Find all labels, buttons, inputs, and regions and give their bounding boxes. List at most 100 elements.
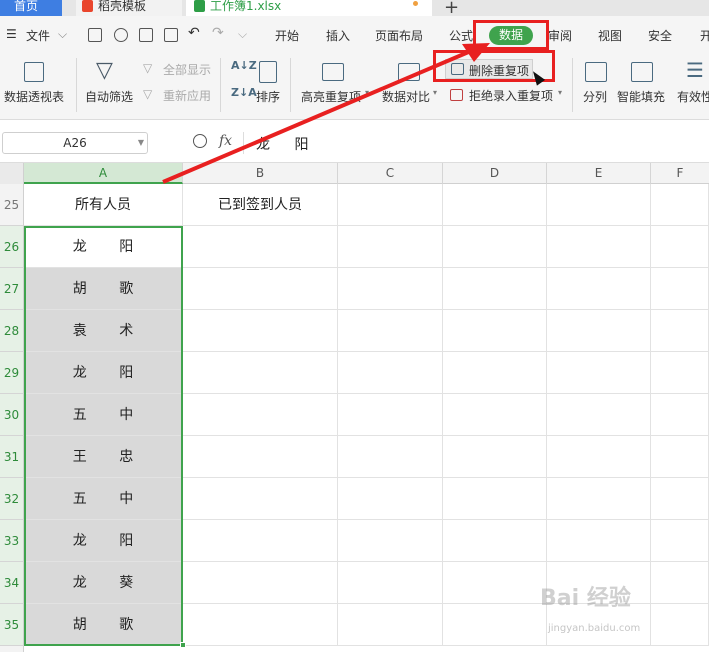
empty-cell[interactable]	[547, 436, 651, 478]
data-validation-button[interactable]: 有效性	[677, 88, 709, 105]
empty-cell[interactable]	[651, 184, 709, 226]
chevron-down-icon[interactable]: ⌵	[238, 27, 247, 42]
pivot-table-button[interactable]: 数据透视表	[4, 88, 64, 105]
cell-a25[interactable]: 所有人员	[24, 184, 183, 226]
empty-cell[interactable]	[443, 352, 547, 394]
cell-b25[interactable]: 已到签到人员	[183, 184, 338, 226]
empty-cell[interactable]	[338, 352, 443, 394]
menu-formula[interactable]: 公式	[449, 27, 473, 44]
empty-cell[interactable]	[651, 226, 709, 268]
empty-cell[interactable]	[651, 436, 709, 478]
row-header[interactable]	[0, 646, 24, 652]
tab-template[interactable]: 稻壳模板	[76, 0, 182, 16]
row-header[interactable]: 32	[0, 478, 24, 520]
fx-icon[interactable]: fx	[219, 133, 232, 149]
empty-cell[interactable]	[651, 352, 709, 394]
empty-cell[interactable]	[183, 436, 338, 478]
empty-cell[interactable]	[338, 478, 443, 520]
empty-cell[interactable]	[183, 310, 338, 352]
split-button[interactable]: 分列	[583, 88, 607, 105]
smart-fill-button[interactable]: 智能填充	[617, 88, 665, 105]
zoom-icon[interactable]	[193, 134, 207, 148]
row-header[interactable]: 26	[0, 226, 24, 268]
row-header[interactable]: 28	[0, 310, 24, 352]
menu-view[interactable]: 视图	[598, 27, 622, 44]
empty-cell[interactable]	[443, 268, 547, 310]
redo-icon[interactable]: ↷	[212, 25, 224, 41]
empty-cell[interactable]	[651, 604, 709, 646]
empty-cell[interactable]	[183, 520, 338, 562]
menu-page-layout[interactable]: 页面布局	[375, 27, 423, 44]
row-header[interactable]: 27	[0, 268, 24, 310]
menu-file[interactable]: 文件	[26, 27, 50, 44]
show-all-button[interactable]: 全部显示	[163, 61, 211, 78]
empty-cell[interactable]	[651, 310, 709, 352]
empty-cell[interactable]	[443, 310, 547, 352]
empty-cell[interactable]	[651, 520, 709, 562]
empty-cell[interactable]	[183, 604, 338, 646]
menu-insert[interactable]: 插入	[326, 27, 350, 44]
empty-cell[interactable]	[547, 352, 651, 394]
empty-cell[interactable]	[651, 268, 709, 310]
empty-cell[interactable]	[651, 562, 709, 604]
empty-cell[interactable]	[547, 184, 651, 226]
row-header[interactable]: 33	[0, 520, 24, 562]
empty-cell[interactable]	[443, 394, 547, 436]
cell-a27[interactable]: 胡 歌	[24, 268, 183, 310]
chevron-down-icon[interactable]: ▾	[558, 88, 562, 97]
empty-cell[interactable]	[443, 520, 547, 562]
row-header[interactable]: 30	[0, 394, 24, 436]
print-preview-icon[interactable]	[164, 28, 178, 42]
print-icon[interactable]	[139, 28, 153, 42]
empty-cell[interactable]	[338, 604, 443, 646]
sort-button[interactable]: 排序	[256, 88, 280, 105]
cell-a30[interactable]: 五 中	[24, 394, 183, 436]
empty-cell[interactable]	[338, 184, 443, 226]
empty-cell[interactable]	[443, 562, 547, 604]
chevron-down-icon[interactable]: ▾	[365, 88, 369, 97]
empty-cell[interactable]	[338, 520, 443, 562]
empty-cell[interactable]	[443, 478, 547, 520]
cell-a34[interactable]: 龙 葵	[24, 562, 183, 604]
tab-home[interactable]: 首页	[0, 0, 62, 16]
empty-cell[interactable]	[338, 268, 443, 310]
menu-review[interactable]: 审阅	[548, 27, 572, 44]
row-header[interactable]: 25	[0, 184, 24, 226]
empty-cell[interactable]	[651, 478, 709, 520]
undo-icon[interactable]: ↶	[188, 25, 200, 41]
empty-cell[interactable]	[183, 268, 338, 310]
chevron-down-icon[interactable]: ▼	[138, 133, 144, 153]
empty-cell[interactable]	[547, 520, 651, 562]
empty-cell[interactable]	[443, 226, 547, 268]
empty-cell[interactable]	[338, 226, 443, 268]
empty-cell[interactable]	[547, 268, 651, 310]
empty-cell[interactable]	[183, 478, 338, 520]
name-box[interactable]: A26 ▼	[2, 132, 148, 154]
empty-cell[interactable]	[338, 394, 443, 436]
select-all-corner[interactable]	[0, 163, 24, 185]
cell-a31[interactable]: 王 忠	[24, 436, 183, 478]
chevron-down-icon[interactable]: ⌵	[58, 27, 67, 42]
row-header[interactable]: 34	[0, 562, 24, 604]
column-header-c[interactable]: C	[338, 163, 443, 184]
empty-cell[interactable]	[443, 184, 547, 226]
menu-more[interactable]: 开	[700, 27, 709, 44]
reject-duplicates-button[interactable]: 拒绝录入重复项	[469, 87, 553, 104]
empty-cell[interactable]	[183, 394, 338, 436]
highlight-duplicates-button[interactable]: 高亮重复项	[301, 88, 361, 105]
cell-a28[interactable]: 袁 术	[24, 310, 183, 352]
column-header-a[interactable]: A	[24, 163, 183, 184]
empty-cell[interactable]	[338, 562, 443, 604]
empty-cell[interactable]	[443, 604, 547, 646]
cell-a29[interactable]: 龙 阳	[24, 352, 183, 394]
column-header-e[interactable]: E	[547, 163, 651, 184]
save-icon[interactable]	[88, 28, 102, 42]
empty-cell[interactable]	[547, 478, 651, 520]
menu-start[interactable]: 开始	[275, 27, 299, 44]
tab-workbook[interactable]: 工作簿1.xlsx	[186, 0, 432, 16]
empty-cell[interactable]	[547, 310, 651, 352]
empty-cell[interactable]	[651, 394, 709, 436]
column-header-f[interactable]: F	[651, 163, 709, 184]
format-painter-icon[interactable]	[114, 28, 128, 42]
empty-cell[interactable]	[547, 394, 651, 436]
